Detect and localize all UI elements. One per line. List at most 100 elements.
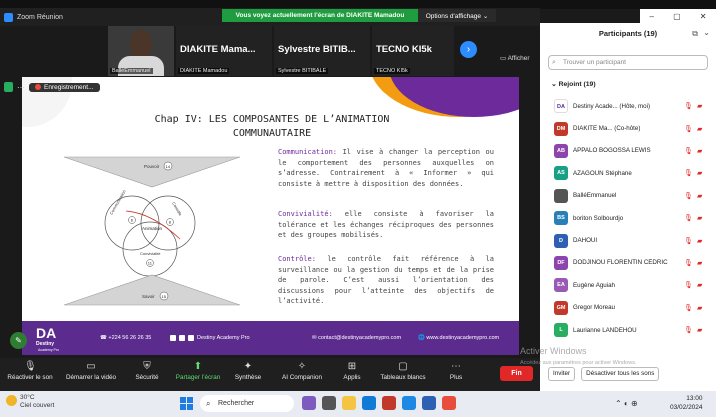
shield-icon[interactable] [4,82,13,92]
participant-row[interactable]: AB APPALO BOGOSSA LEWIS 🎙 ▰ [540,140,716,162]
security-button[interactable]: ⛨ Sécurité [122,358,172,391]
windows-start-icon[interactable] [180,397,193,410]
joined-header[interactable]: ⌄ Rejoint (19) [551,80,596,88]
mic-muted-icon[interactable]: 🎙 [684,304,693,312]
collapse-icon[interactable]: ⌄ [703,28,710,37]
participants-panel: Participants (19) ⧉ ⌄ ⌕ Trouver un parti… [540,23,716,391]
view-options-button[interactable]: Options d'affichage ⌄ [418,9,496,22]
recording-indicator[interactable]: Enregistrement... [29,82,100,92]
video-off-icon[interactable]: ▰ [697,304,702,312]
copilot-icon[interactable] [302,396,316,410]
taskbar-clock[interactable]: 13:00 03/02/2024 [670,394,703,412]
mic-muted-icon[interactable]: 🎙 [684,214,693,222]
video-off-icon[interactable]: ▰ [697,192,702,200]
more-button[interactable]: ⋯ Plus [434,358,478,391]
slide-title: Chap IV: LES COMPOSANTES DE L’ANIMATION … [102,113,442,141]
mic-icon: 🎙 [24,361,37,372]
popout-icon[interactable]: ⧉ [692,29,698,39]
powerpoint-icon[interactable] [382,396,396,410]
avatar: AS [554,166,568,181]
video-off-icon[interactable]: ▰ [697,326,702,334]
slide-footer: DA Destiny Academy Pro ☎ +224 56 26 26 3… [22,321,519,355]
start-video-button[interactable]: ▭ Démarrer la vidéo [60,358,122,391]
participants-footer: Inviter Désactiver tous les sons [548,367,708,381]
close-icon[interactable]: ✕ [700,12,707,21]
footer-web: 🌐 www.destinyacademypro.com [418,335,500,341]
avatar: L [554,323,568,338]
mic-muted-icon[interactable]: 🎙 [684,147,693,155]
video-tile-sylvestre[interactable]: Sylvestre BITIB... Sylvestre BITIBALE [274,26,370,76]
mic-muted-icon[interactable]: 🎙 [684,102,693,110]
ai-icon: ✧ [297,361,307,372]
video-off-icon[interactable]: ▰ [697,281,702,289]
clock-time: 13:00 [686,395,703,402]
participant-row[interactable]: DF DODJINOU FLORENTIN CÉDRIC 🎙 ▰ [540,252,716,274]
edge-icon[interactable] [362,396,376,410]
video-tile-diakite[interactable]: DIAKITE Mama... DIAKITE Mamadou [176,26,272,76]
mute-all-button[interactable]: Désactiver tous les sons [581,367,660,381]
security-icon: ⛨ [143,361,151,372]
participant-row[interactable]: DM DIAKITE Ma... (Co-hôte) 🎙 ▰ [540,117,716,139]
next-page-icon[interactable]: › [460,41,477,58]
more-options-icon[interactable]: ⋯ [17,83,25,92]
activate-windows-sub: Accédez aux paramètres pour activer Wind… [520,360,637,366]
annotate-pencil-icon[interactable]: ✎ [10,332,27,349]
taskbar-search-input[interactable]: ⌕ Rechercher [200,395,294,412]
video-off-icon[interactable]: ▰ [697,147,702,155]
mic-muted-icon[interactable]: 🎙 [684,326,693,334]
summary-button[interactable]: ✦ Synthèse [224,358,272,391]
apps-button[interactable]: ⊞ Applis [332,358,372,391]
video-off-icon[interactable]: ▰ [697,237,702,245]
unmute-button[interactable]: 🎙 Réactiver le son [0,358,60,391]
mic-muted-icon[interactable]: 🎙 [684,169,693,177]
video-off-icon[interactable]: ▰ [697,102,702,110]
zoom-icon[interactable] [402,396,416,410]
weather-desc: Ciel couvert [20,402,55,409]
participant-row[interactable]: L Laurianne LANDEHOU 🎙 ▰ [540,319,716,341]
task-view-icon[interactable] [322,396,336,410]
diagram-top-num: 14 [166,164,171,169]
invite-button[interactable]: Inviter [548,367,576,381]
participant-row[interactable]: AS AZAGOUN Stéphane 🎙 ▰ [540,162,716,184]
video-tile-balle[interactable]: BalléEmmanuel [108,26,174,76]
video-off-icon[interactable]: ▰ [697,259,702,267]
participant-row[interactable]: BalléEmmanuel 🎙 ▰ [540,185,716,207]
word-icon[interactable] [422,396,436,410]
diagram-label-communication: Communication [109,189,127,216]
video-off-icon[interactable]: ▰ [697,214,702,222]
store-icon[interactable] [442,396,456,410]
mic-muted-icon[interactable]: 🎙 [684,125,693,133]
system-tray[interactable]: ⌃ ◐ ⊕ [615,399,638,408]
video-off-icon[interactable]: ▰ [697,169,702,177]
participant-name: Gregor Moreau [573,304,615,312]
participant-row[interactable]: BS boriton Solbourdjo 🎙 ▰ [540,207,716,229]
whiteboards-button[interactable]: ▢ Tableaux blancs [372,358,434,391]
participant-row[interactable]: DA Destiny Acade... (Hôte, moi) 🎙 ▰ [540,95,716,117]
video-tile-tecno[interactable]: TECNO KI5k TECNO KI5k [372,26,454,76]
participant-row[interactable]: D DAHOUI 🎙 ▰ [540,229,716,251]
start-video-label: Démarrer la vidéo [65,374,117,381]
file-explorer-icon[interactable] [342,396,356,410]
slide-title-line2: COMMUNAUTAIRE [232,128,312,139]
mic-muted-icon[interactable]: 🎙 [684,237,693,245]
participant-name: Laurianne LANDEHOU [573,326,637,334]
participant-row[interactable]: EA Eugène Aguiah 🎙 ▰ [540,274,716,296]
hide-gallery-button[interactable]: ▭ Afficher [500,54,530,62]
participants-title: Participants (19) [598,29,658,38]
mic-muted-icon[interactable]: 🎙 [684,259,693,267]
instagram-icon [188,335,194,341]
avatar: BS [554,211,568,226]
end-meeting-button[interactable]: Fin [500,366,533,381]
share-screen-button[interactable]: ⬆ Partager l’écran [172,358,224,391]
footer-web-text: www.destinyacademypro.com [426,335,500,341]
mic-muted-icon[interactable]: 🎙 [684,281,693,289]
recording-label: Enregistrement... [44,83,94,91]
ai-companion-button[interactable]: ✧ AI Companion [272,358,332,391]
participant-search-input[interactable]: ⌕ Trouver un participant [548,55,708,70]
maximize-icon[interactable]: ▢ [673,12,681,21]
screen-share-banner: Vous voyez actuellement l'écran de DIAKI… [222,9,418,22]
video-off-icon[interactable]: ▰ [697,125,702,133]
participant-row[interactable]: GM Gregor Moreau 🎙 ▰ [540,297,716,319]
mic-muted-icon[interactable]: 🎙 [684,192,693,200]
minimize-icon[interactable]: – [650,12,654,21]
